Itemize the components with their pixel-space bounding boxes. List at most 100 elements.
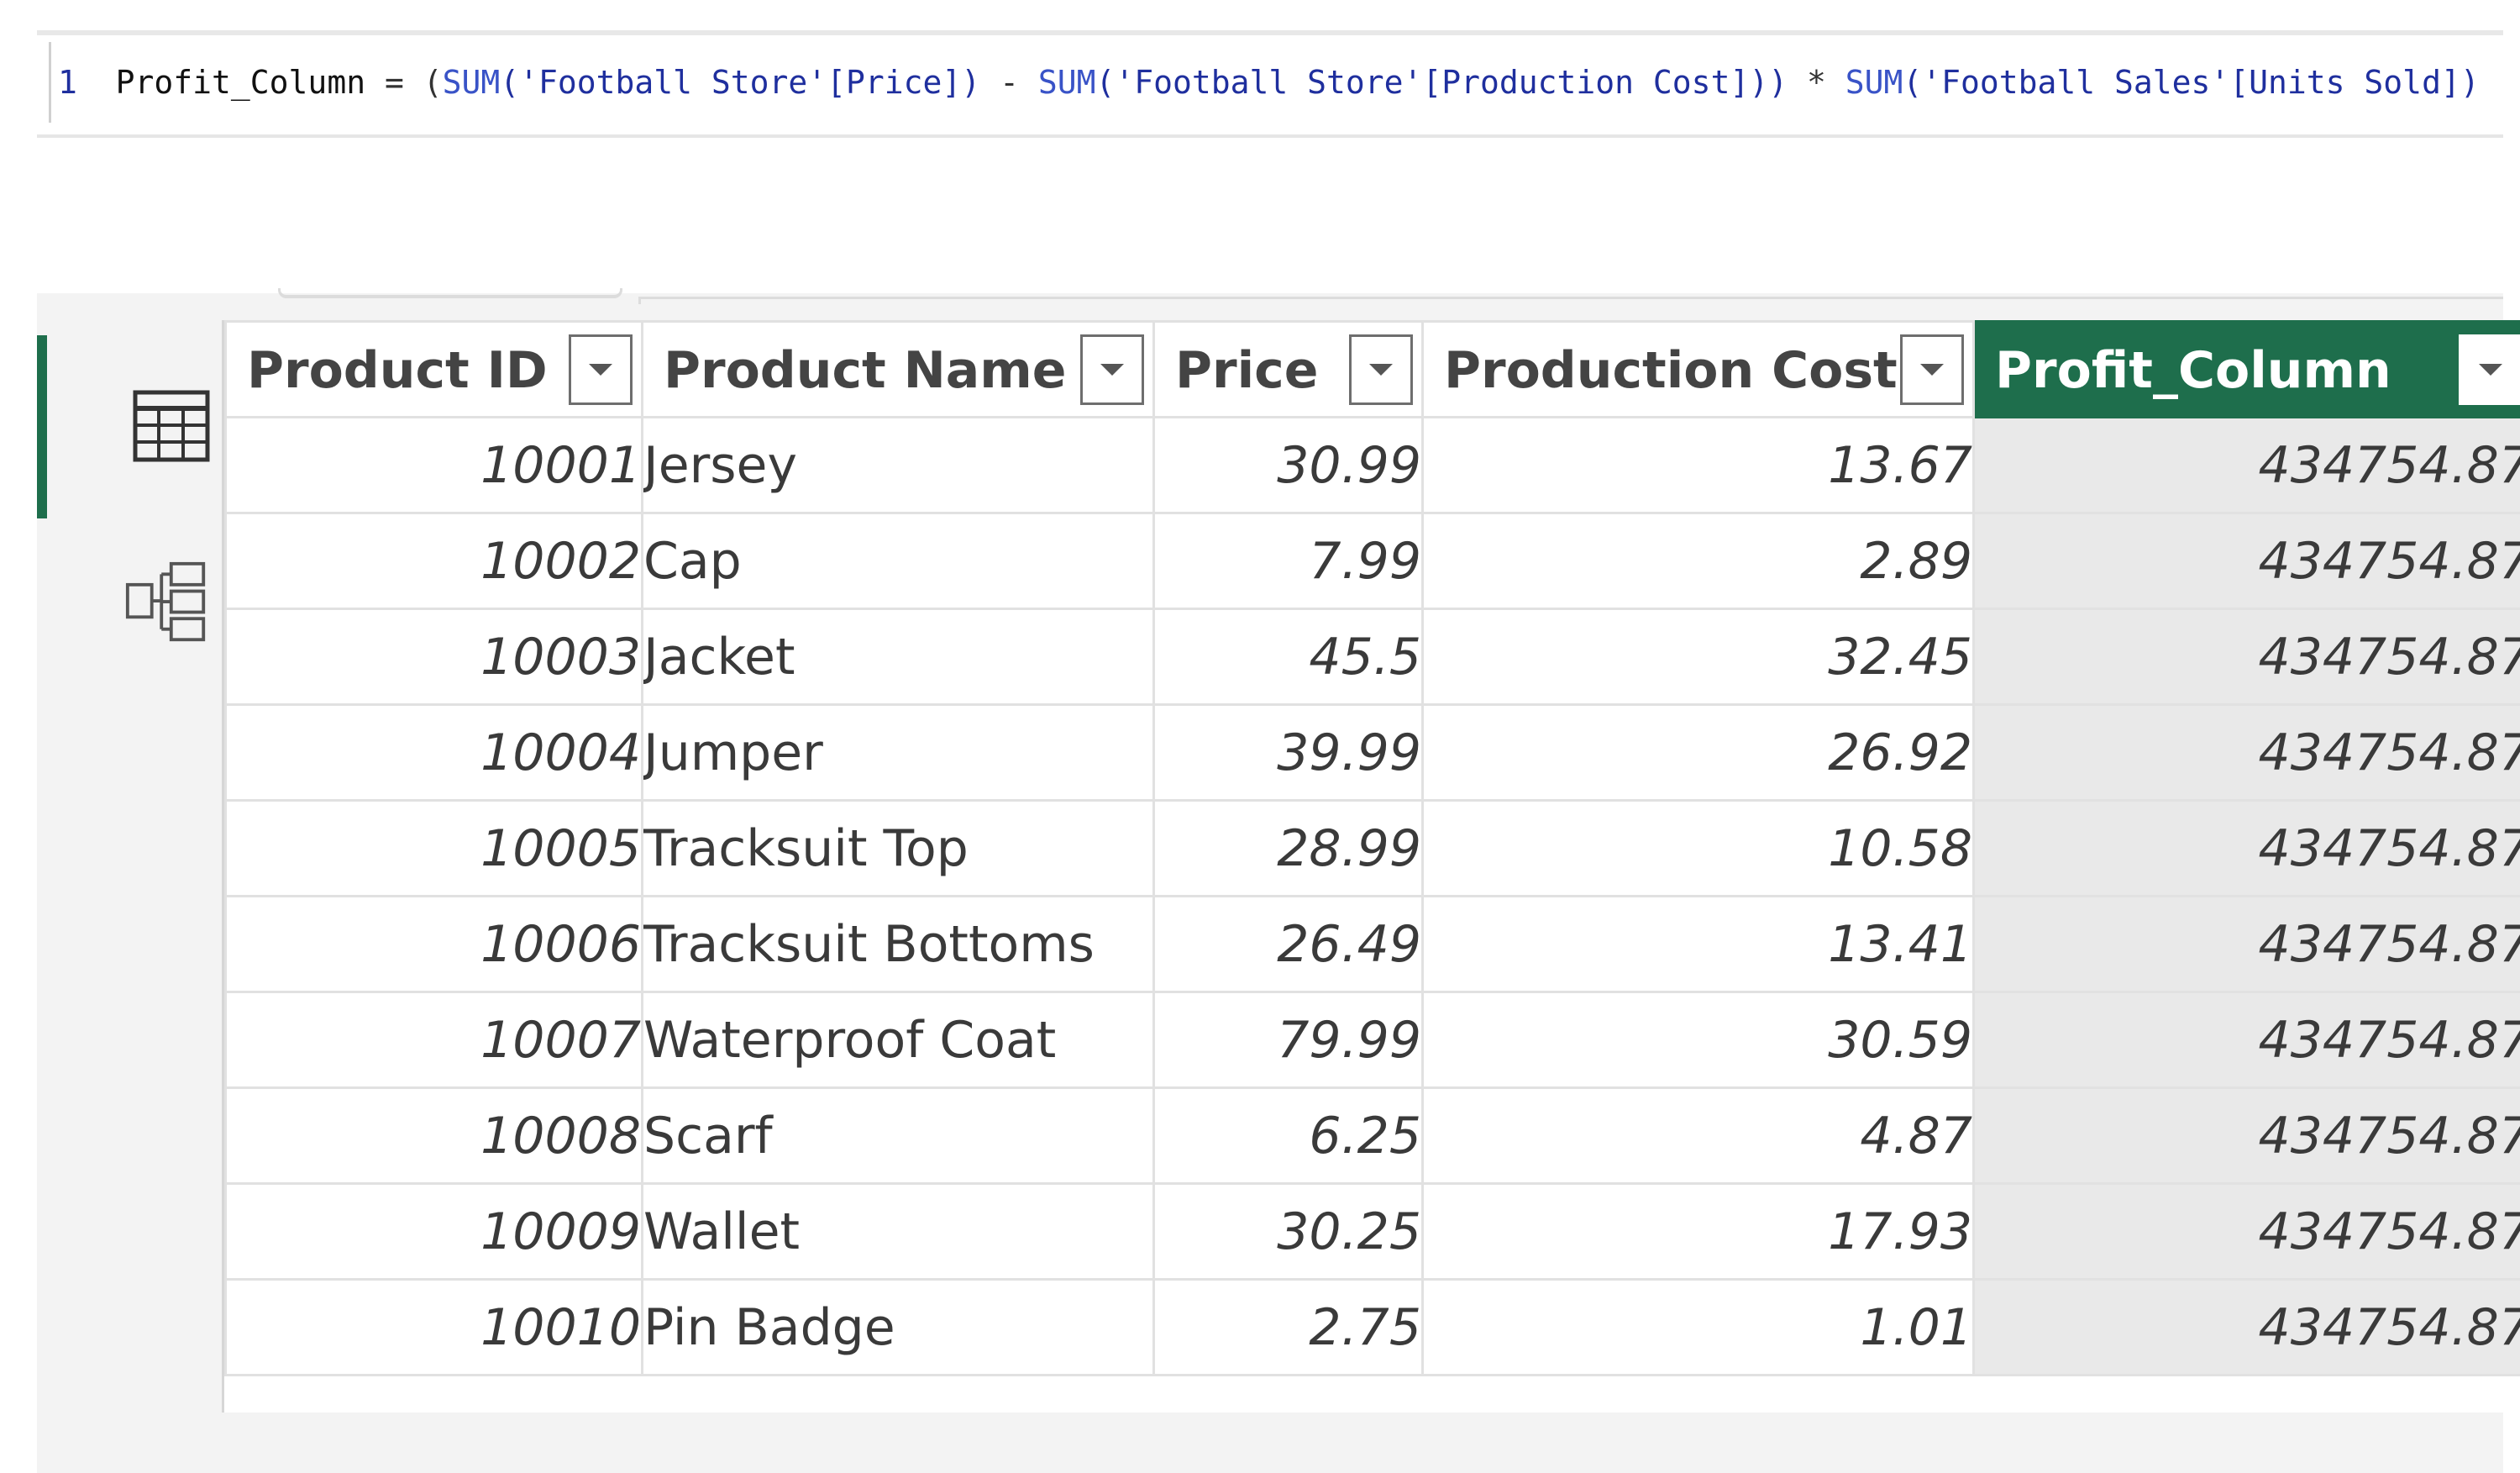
column-header-label: Production Cost bbox=[1444, 341, 1898, 400]
cell-product-id[interactable]: 10003 bbox=[224, 608, 643, 706]
formula-editor[interactable]: 1 Profit_Column = (SUM('Football Store'[… bbox=[49, 42, 2503, 123]
cell-production-cost[interactable]: 4.87 bbox=[1421, 1086, 1975, 1185]
cell-product-name[interactable]: Jacket bbox=[641, 608, 1155, 706]
formula-function-sum: SUM bbox=[1845, 64, 1903, 101]
cell-price[interactable]: 7.99 bbox=[1152, 512, 1424, 610]
filter-dropdown-button[interactable] bbox=[2459, 334, 2520, 405]
cell-product-id[interactable]: 10004 bbox=[224, 703, 643, 802]
cell-production-cost[interactable]: 30.59 bbox=[1421, 991, 1975, 1089]
column-header-price[interactable]: Price bbox=[1152, 320, 1424, 418]
cell-price[interactable]: 45.5 bbox=[1152, 608, 1424, 706]
cell-price[interactable]: 6.25 bbox=[1152, 1086, 1424, 1185]
filter-dropdown-button[interactable] bbox=[1900, 334, 1964, 405]
cell-product-id[interactable]: 10010 bbox=[224, 1278, 643, 1376]
cell-production-cost[interactable]: 26.92 bbox=[1421, 703, 1975, 802]
filter-dropdown-button[interactable] bbox=[569, 334, 633, 405]
cell-production-cost[interactable]: 2.89 bbox=[1421, 512, 1975, 610]
cell-profit[interactable]: 434754.87 bbox=[1972, 512, 2520, 610]
cell-price[interactable]: 39.99 bbox=[1152, 703, 1424, 802]
cell-profit[interactable]: 434754.87 bbox=[1972, 703, 2520, 802]
column-header-label: Price bbox=[1175, 341, 1319, 400]
cell-product-id[interactable]: 10007 bbox=[224, 991, 643, 1089]
cell-price[interactable]: 79.99 bbox=[1152, 991, 1424, 1089]
data-view-panel: Product ID Product Name Price Production… bbox=[37, 288, 2520, 1473]
cell-product-name[interactable]: Jersey bbox=[641, 416, 1155, 514]
cell-product-name[interactable]: Cap bbox=[641, 512, 1155, 610]
cell-product-name[interactable]: Wallet bbox=[641, 1182, 1155, 1281]
cell-product-name[interactable]: Tracksuit Top bbox=[641, 799, 1155, 897]
cell-production-cost[interactable]: 13.67 bbox=[1421, 416, 1975, 514]
cell-profit[interactable]: 434754.87 bbox=[1972, 416, 2520, 514]
chevron-down-icon bbox=[2479, 364, 2502, 376]
chevron-down-icon bbox=[1100, 364, 1124, 376]
cell-profit[interactable]: 434754.87 bbox=[1972, 1278, 2520, 1376]
column-header-product-name[interactable]: Product Name bbox=[641, 320, 1155, 418]
formula-column-name: Profit_Column bbox=[115, 64, 366, 101]
cell-price[interactable]: 30.99 bbox=[1152, 416, 1424, 514]
cell-profit[interactable]: 434754.87 bbox=[1972, 1086, 2520, 1185]
cell-production-cost[interactable]: 32.45 bbox=[1421, 608, 1975, 706]
cell-profit[interactable]: 434754.87 bbox=[1972, 608, 2520, 706]
table-row: 10009 Wallet 30.25 17.93 434754.87 bbox=[224, 1182, 2520, 1281]
table-row: 10005 Tracksuit Top 28.99 10.58 434754.8… bbox=[224, 799, 2520, 897]
column-header-product-id[interactable]: Product ID bbox=[224, 320, 643, 418]
table-row: 10010 Pin Badge 2.75 1.01 434754.87 bbox=[224, 1278, 2520, 1376]
cell-product-id[interactable]: 10006 bbox=[224, 895, 643, 993]
table-row: 10007 Waterproof Coat 79.99 30.59 434754… bbox=[224, 991, 2520, 1089]
cell-price[interactable]: 28.99 bbox=[1152, 799, 1424, 897]
formula-argument: ('Football Store'[Production Cost])) bbox=[1095, 64, 1788, 101]
cell-production-cost[interactable]: 1.01 bbox=[1421, 1278, 1975, 1376]
table-row: 10003 Jacket 45.5 32.45 434754.87 bbox=[224, 608, 2520, 706]
cell-product-name[interactable]: Scarf bbox=[641, 1086, 1155, 1185]
formula-operator: - bbox=[980, 64, 1038, 101]
column-header-profit-column[interactable]: Profit_Column bbox=[1972, 320, 2520, 418]
active-view-indicator bbox=[37, 335, 47, 518]
table-view-button[interactable] bbox=[129, 384, 213, 468]
formula-function-sum: SUM bbox=[1037, 64, 1096, 101]
filter-dropdown-button[interactable] bbox=[1349, 334, 1413, 405]
chevron-down-icon bbox=[1920, 364, 1944, 376]
table-row: 10002 Cap 7.99 2.89 434754.87 bbox=[224, 512, 2520, 610]
cell-price[interactable]: 2.75 bbox=[1152, 1278, 1424, 1376]
chevron-down-icon bbox=[1369, 364, 1393, 376]
cell-product-id[interactable]: 10008 bbox=[224, 1086, 643, 1185]
model-icon bbox=[125, 561, 206, 642]
cell-product-name[interactable]: Jumper bbox=[641, 703, 1155, 802]
cell-production-cost[interactable]: 10.58 bbox=[1421, 799, 1975, 897]
data-grid: Product ID Product Name Price Production… bbox=[222, 320, 2520, 1413]
cell-product-name[interactable]: Waterproof Coat bbox=[641, 991, 1155, 1089]
cell-product-id[interactable]: 10001 bbox=[224, 416, 643, 514]
data-table: Product ID Product Name Price Production… bbox=[224, 320, 2520, 1376]
formula-argument: ('Football Sales'[Units Sold]) bbox=[1903, 64, 2480, 101]
table-icon bbox=[133, 390, 210, 462]
tab-edge bbox=[638, 297, 2503, 304]
table-row: 10001 Jersey 30.99 13.67 434754.87 bbox=[224, 416, 2520, 514]
formula-function-sum: SUM bbox=[442, 64, 501, 101]
formula-argument: ('Football Store'[Price]) bbox=[500, 64, 981, 101]
cell-production-cost[interactable]: 13.41 bbox=[1421, 895, 1975, 993]
tab-edge bbox=[278, 288, 622, 298]
cell-product-name[interactable]: Tracksuit Bottoms bbox=[641, 895, 1155, 993]
filter-dropdown-button[interactable] bbox=[1080, 334, 1144, 405]
cell-price[interactable]: 30.25 bbox=[1152, 1182, 1424, 1281]
cell-profit[interactable]: 434754.87 bbox=[1972, 991, 2520, 1089]
line-number: 1 bbox=[58, 64, 77, 101]
column-header-label: Profit_Column bbox=[1995, 341, 2391, 400]
column-header-production-cost[interactable]: Production Cost bbox=[1421, 320, 1975, 418]
table-row: 10006 Tracksuit Bottoms 26.49 13.41 4347… bbox=[224, 895, 2520, 993]
cell-price[interactable]: 26.49 bbox=[1152, 895, 1424, 993]
model-view-button[interactable] bbox=[124, 560, 208, 644]
cell-production-cost[interactable]: 17.93 bbox=[1421, 1182, 1975, 1281]
cell-product-id[interactable]: 10005 bbox=[224, 799, 643, 897]
cell-profit[interactable]: 434754.87 bbox=[1972, 895, 2520, 993]
formula-line[interactable]: 1 Profit_Column = (SUM('Football Store'[… bbox=[51, 64, 2480, 101]
cell-profit[interactable]: 434754.87 bbox=[1972, 799, 2520, 897]
cell-product-id[interactable]: 10009 bbox=[224, 1182, 643, 1281]
chevron-down-icon bbox=[589, 364, 612, 376]
cell-profit[interactable]: 434754.87 bbox=[1972, 1182, 2520, 1281]
table-row: 10008 Scarf 6.25 4.87 434754.87 bbox=[224, 1086, 2520, 1185]
header-row: Product ID Product Name Price Production… bbox=[224, 320, 2520, 418]
formula-equals: = ( bbox=[365, 64, 443, 101]
cell-product-name[interactable]: Pin Badge bbox=[641, 1278, 1155, 1376]
cell-product-id[interactable]: 10002 bbox=[224, 512, 643, 610]
